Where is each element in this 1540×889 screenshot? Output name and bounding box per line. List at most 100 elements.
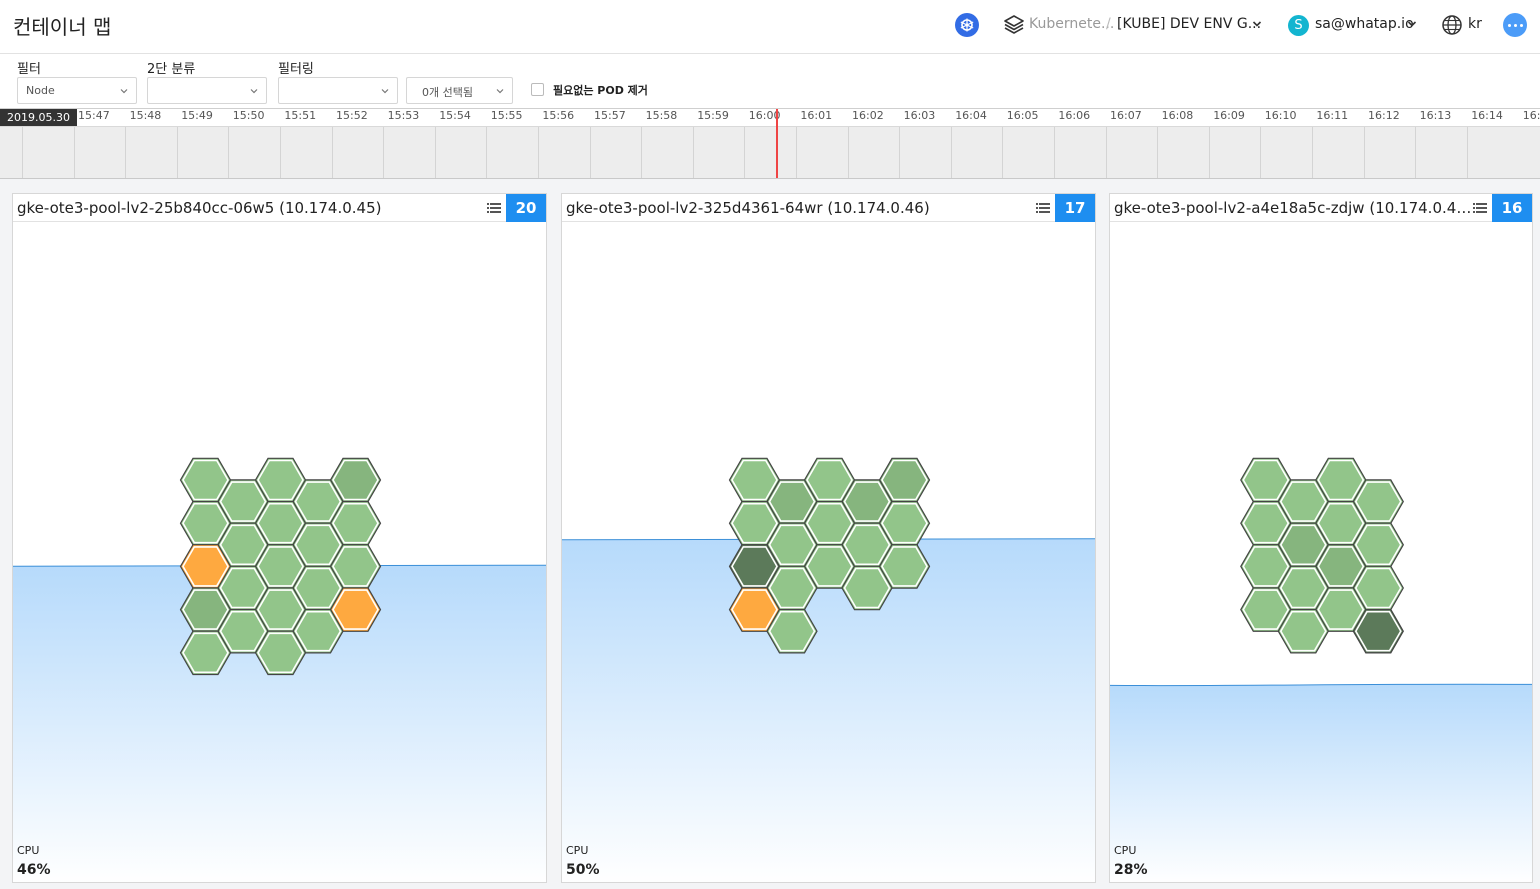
timeline-gridline <box>1415 127 1417 178</box>
timeline-gridline <box>899 127 901 178</box>
timeline-gridline <box>1157 127 1159 178</box>
timeline-tick: 16:01 <box>800 109 833 122</box>
list-icon[interactable] <box>487 201 501 215</box>
node-card[interactable]: gke-ote3-pool-lv2-325d4361-64wr (10.174.… <box>561 193 1096 883</box>
filter-select[interactable]: Node <box>17 77 137 104</box>
timeline-gridline <box>1312 127 1313 178</box>
filtering-label: 필터링 <box>278 62 314 77</box>
list-icon[interactable] <box>1036 201 1050 215</box>
chevron-down-icon <box>496 89 504 94</box>
node-card-header: gke-ote3-pool-lv2-325d4361-64wr (10.174.… <box>562 194 1095 222</box>
timeline-gridline <box>228 127 230 178</box>
product-name[interactable]: Kubernete... <box>1029 16 1114 32</box>
timeline-tick: 16:11 <box>1316 109 1349 122</box>
timeline-gridline <box>1208 127 1210 178</box>
cpu-value: 50% <box>566 862 600 878</box>
chevron-down-icon <box>250 89 258 94</box>
timeline-cursor[interactable] <box>776 109 778 178</box>
layers-icon[interactable] <box>1003 13 1025 35</box>
node-title[interactable]: gke-ote3-pool-lv2-325d4361-64wr (10.174.… <box>566 199 1026 217</box>
timeline-gridline <box>796 127 797 178</box>
avatar[interactable]: S <box>1288 15 1309 36</box>
timeline-gridline <box>125 127 127 178</box>
timeline-tick: 15:47 <box>78 109 110 122</box>
node-title[interactable]: gke-ote3-pool-lv2-a4e18a5c-zdjw (10.174.… <box>1114 199 1474 217</box>
timeline-gridline <box>176 127 178 178</box>
timeline-tick: 16:15 <box>1522 109 1540 122</box>
timeline-gridline <box>1466 127 1468 178</box>
timeline-tick: 16:12 <box>1368 109 1400 122</box>
language-selector[interactable]: kr <box>1468 16 1482 32</box>
group-select[interactable] <box>147 77 267 104</box>
timeline-gridline <box>744 127 746 178</box>
timeline-gridline <box>434 127 436 178</box>
timeline-gridline <box>538 127 539 178</box>
timeline-tick: 15:51 <box>284 109 317 122</box>
pod-hex-map <box>179 457 382 676</box>
timeline-tick: 15:59 <box>697 109 729 122</box>
timeline-gridline <box>1363 127 1365 178</box>
globe-icon[interactable] <box>1441 14 1463 36</box>
filter-select-value: Node <box>26 84 55 97</box>
timeline-tick: 16:03 <box>903 109 936 122</box>
timeline-tick: 16:10 <box>1264 109 1297 122</box>
timeline-gridline <box>280 127 281 178</box>
timeline-gridline <box>692 127 694 178</box>
timeline-tick: 15:53 <box>387 109 420 122</box>
timeline-tick: 15:52 <box>336 109 368 122</box>
remove-pod-label[interactable]: 필요없는 POD 제거 <box>553 82 648 98</box>
timeline-tick: 15:57 <box>594 109 626 122</box>
timeline-gridline <box>486 127 488 178</box>
pod-count-badge: 16 <box>1492 194 1532 222</box>
node-title[interactable]: gke-ote3-pool-lv2-25b840cc-06w5 (10.174.… <box>17 199 477 217</box>
chevron-down-icon <box>120 89 128 94</box>
timeline-tick: 16:02 <box>852 109 884 122</box>
filtering-select[interactable] <box>278 77 398 104</box>
pod-hex-map <box>728 457 931 654</box>
timeline-tick: 16:09 <box>1213 109 1245 122</box>
multi-select[interactable]: 0개 선택됨 <box>406 77 513 104</box>
timeline-tick: 16:13 <box>1419 109 1452 122</box>
timeline[interactable]: 15:47 15:48 15:49 15:50 15:51 15:52 15:53 15:54… <box>0 108 1540 179</box>
timeline-tick: 16:04 <box>955 109 987 122</box>
timeline-gridline <box>22 127 23 178</box>
cpu-label: CPU <box>17 844 40 857</box>
timeline-gridline <box>73 127 75 178</box>
timeline-tick: 15:50 <box>232 109 265 122</box>
timeline-tick: 15:48 <box>129 109 162 122</box>
chat-icon[interactable] <box>1503 13 1527 37</box>
chevron-down-icon <box>381 89 389 94</box>
node-card[interactable]: gke-ote3-pool-lv2-25b840cc-06w5 (10.174.… <box>12 193 547 883</box>
cpu-label: CPU <box>1114 844 1137 857</box>
timeline-tick: 15:58 <box>645 109 678 122</box>
chevron-down-icon[interactable] <box>1407 19 1417 29</box>
list-icon[interactable] <box>1473 201 1487 215</box>
group-label: 2단 분류 <box>147 62 196 77</box>
timeline-tick: 16:06 <box>1058 109 1091 122</box>
node-card-header: gke-ote3-pool-lv2-a4e18a5c-zdjw (10.174.… <box>1110 194 1532 222</box>
timeline-tick: 16:08 <box>1161 109 1194 122</box>
timeline-tick: 16:07 <box>1110 109 1142 122</box>
pod-count-badge: 20 <box>506 194 546 222</box>
kubernetes-icon[interactable] <box>955 13 979 37</box>
remove-pod-checkbox[interactable] <box>531 83 544 96</box>
timeline-gridline <box>1105 127 1107 178</box>
timeline-tick: 15:54 <box>439 109 471 122</box>
timeline-gridline <box>383 127 385 178</box>
timeline-tick: 15:49 <box>181 109 213 122</box>
user-menu[interactable]: sa@whatap.io <box>1315 16 1414 32</box>
timeline-tick: 16:14 <box>1471 109 1503 122</box>
cpu-label: CPU <box>566 844 589 857</box>
top-header: 컨테이너 맵 Kubernete... / [KUBE] DEV ENV G..… <box>0 0 1540 54</box>
project-selector[interactable]: [KUBE] DEV ENV G... <box>1117 16 1261 32</box>
timeline-gridline <box>950 127 952 178</box>
pod-hex-map <box>1240 457 1404 654</box>
chevron-down-icon[interactable] <box>1252 19 1262 29</box>
timeline-date: 2019.05.30 <box>0 109 77 126</box>
timeline-gridline <box>589 127 591 178</box>
timeline-gridline <box>331 127 333 178</box>
pod-count-badge: 17 <box>1055 194 1095 222</box>
cpu-value: 28% <box>1114 862 1148 878</box>
node-card[interactable]: gke-ote3-pool-lv2-a4e18a5c-zdjw (10.174.… <box>1109 193 1533 883</box>
filter-label: 필터 <box>17 62 41 77</box>
